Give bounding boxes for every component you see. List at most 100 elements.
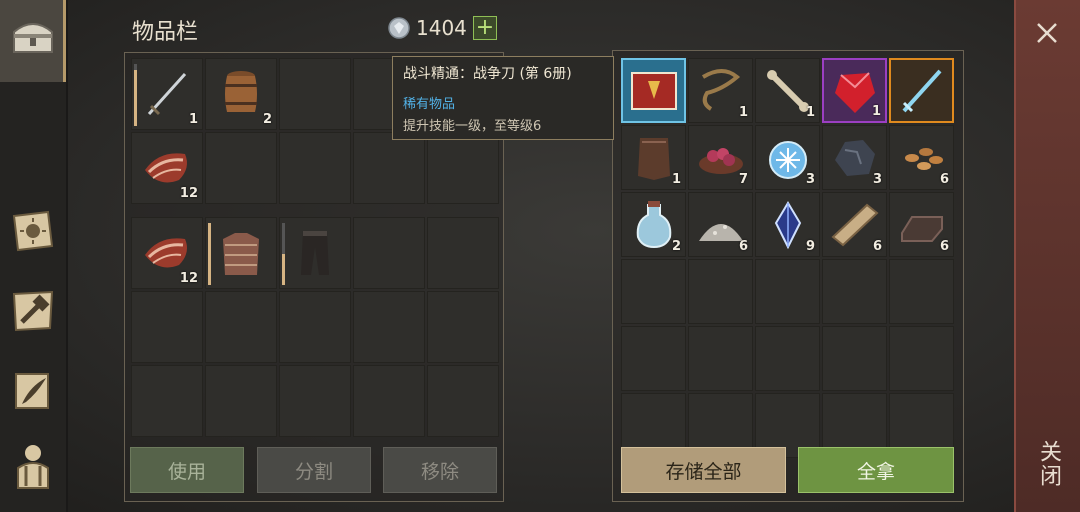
slot-ingot[interactable]: 6 (889, 192, 954, 257)
tooltip-title: 战斗精通：战争刀 (第 6册) (403, 66, 572, 82)
tooltip-rarity: 稀有物品 (403, 97, 456, 112)
item-count: 6 (939, 172, 949, 187)
empty-slot[interactable] (621, 326, 686, 391)
item-count: 6 (738, 239, 748, 254)
durability-bar (134, 64, 137, 126)
slot-iron-ore[interactable]: 3 (822, 125, 887, 190)
currency-amount: 1404 (416, 16, 467, 40)
empty-slot[interactable] (889, 259, 954, 324)
close-icon[interactable] (1030, 16, 1064, 50)
empty-slot[interactable] (353, 217, 425, 289)
empty-slot[interactable] (427, 365, 499, 437)
chainmail-icon (213, 225, 269, 281)
empty-slot[interactable] (755, 259, 820, 324)
empty-slot[interactable] (279, 365, 351, 437)
item-count: 12 (179, 186, 198, 201)
slot-plank[interactable]: 6 (822, 192, 887, 257)
item-count: 1 (871, 104, 881, 119)
item-count: 3 (872, 172, 882, 187)
close-panel[interactable] (1014, 0, 1080, 512)
slot-berries[interactable]: 7 (688, 125, 753, 190)
quill-scroll-icon[interactable] (8, 366, 58, 416)
empty-slot[interactable] (889, 326, 954, 391)
durability-bar (282, 223, 285, 285)
slot-crystal[interactable]: 9 (755, 192, 820, 257)
empty-slot[interactable] (427, 291, 499, 363)
empty-slot[interactable] (279, 132, 351, 204)
empty-slot[interactable] (822, 326, 887, 391)
empty-slot[interactable] (427, 132, 499, 204)
durability-fill (208, 223, 211, 285)
empty-slot[interactable] (688, 259, 753, 324)
empty-slot[interactable] (353, 132, 425, 204)
hammer-map-icon[interactable] (8, 286, 58, 336)
item-count: 1 (188, 112, 198, 127)
empty-slot[interactable] (822, 259, 887, 324)
add-currency-button[interactable]: + (472, 16, 497, 40)
tooltip-description: 提升技能一级，至等级6 (403, 119, 542, 134)
remove-button[interactable]: 移除 (383, 447, 497, 493)
item-count: 1 (738, 105, 748, 120)
left-sidebar (0, 0, 68, 512)
item-count: 2 (671, 239, 681, 254)
katana-icon (139, 66, 195, 122)
item-count: 6 (872, 239, 882, 254)
slot-rope[interactable]: 1 (688, 58, 753, 123)
slot-chainmail[interactable] (205, 217, 277, 289)
silver-coin-icon (388, 17, 410, 39)
slot-powder[interactable]: 6 (688, 192, 753, 257)
durability-fill (282, 254, 285, 285)
chest-icon[interactable] (8, 12, 58, 62)
item-count: 2 (262, 112, 272, 127)
character-icon[interactable] (8, 440, 58, 490)
empty-slot[interactable] (205, 291, 277, 363)
sun-tome-icon[interactable] (8, 206, 58, 256)
item-count: 6 (939, 239, 949, 254)
item-count: 3 (805, 172, 815, 187)
slot-katana[interactable]: 1 (131, 58, 203, 130)
close-button-label[interactable]: 关闭 (1030, 440, 1064, 488)
item-count: 1 (805, 105, 815, 120)
ice-sword-icon (894, 63, 950, 119)
slot-leather[interactable]: 1 (621, 125, 686, 190)
item-count: 1 (671, 172, 681, 187)
slot-ruby[interactable]: 1 (822, 58, 887, 123)
item-count: 12 (179, 271, 198, 286)
empty-slot[interactable] (621, 259, 686, 324)
item-count: 9 (805, 239, 815, 254)
page-title: 物品栏 (132, 20, 199, 45)
store-all-button[interactable]: 存储全部 (621, 447, 786, 493)
slot-raw-meat[interactable]: 12 (131, 132, 203, 204)
slot-water[interactable]: 2 (621, 192, 686, 257)
slot-ice-sword[interactable] (889, 58, 954, 123)
empty-slot[interactable] (755, 326, 820, 391)
pants-icon (287, 225, 343, 281)
slot-pants[interactable] (279, 217, 351, 289)
empty-slot[interactable] (353, 365, 425, 437)
slot-seeds[interactable]: 6 (889, 125, 954, 190)
empty-slot[interactable] (688, 326, 753, 391)
durability-bar (208, 223, 211, 285)
slot-barrel[interactable]: 2 (205, 58, 277, 130)
take-all-button[interactable]: 全拿 (798, 447, 954, 493)
item-count: 7 (738, 172, 748, 187)
slot-ice-orb[interactable]: 3 (755, 125, 820, 190)
empty-slot[interactable] (205, 365, 277, 437)
empty-slot[interactable] (131, 291, 203, 363)
empty-slot[interactable] (353, 291, 425, 363)
empty-slot[interactable] (279, 58, 351, 130)
use-button[interactable]: 使用 (130, 447, 244, 493)
slot-raw-meat[interactable]: 12 (131, 217, 203, 289)
split-button[interactable]: 分割 (257, 447, 371, 493)
empty-slot[interactable] (427, 217, 499, 289)
inventory-backpack-grid: 12 (131, 217, 499, 437)
durability-fill (134, 70, 137, 126)
currency-display: 1404 + (388, 15, 497, 41)
empty-slot[interactable] (279, 291, 351, 363)
slot-bone[interactable]: 1 (755, 58, 820, 123)
empty-slot[interactable] (205, 132, 277, 204)
slot-book[interactable] (621, 58, 686, 123)
empty-slot[interactable] (131, 365, 203, 437)
book-icon (626, 63, 682, 119)
item-tooltip: 战斗精通：战争刀 (第 6册) 稀有物品 提升技能一级，至等级6 (392, 56, 614, 140)
